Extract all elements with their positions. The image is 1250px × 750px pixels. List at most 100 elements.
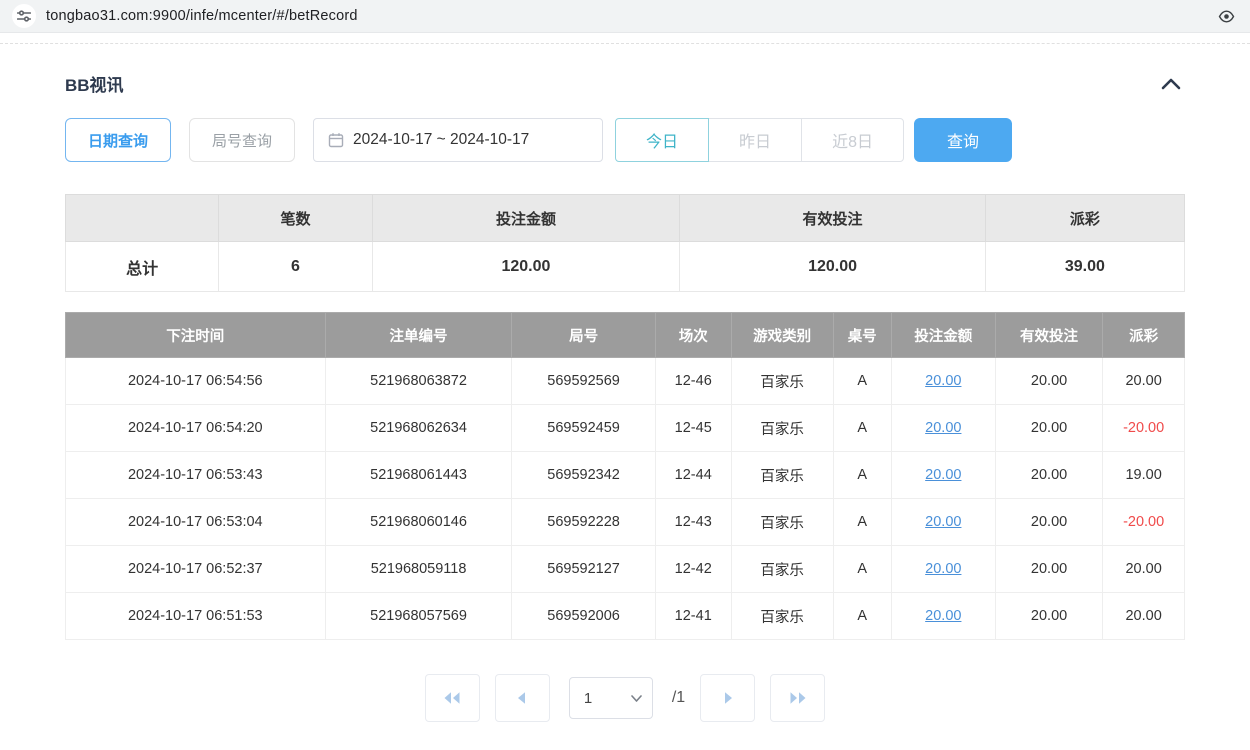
bet-amount-cell: 20.00 [891,452,995,499]
valid-bet-cell: 20.00 [995,452,1102,499]
round-id-cell: 569592006 [512,593,655,640]
payout-cell: -20.00 [1103,405,1185,452]
order-id-cell: 521968063872 [325,358,512,405]
page-select[interactable]: 1 [569,677,653,719]
dashed-separator [0,43,1250,44]
order-id-cell: 521968057569 [325,593,512,640]
session-cell: 12-45 [655,405,731,452]
summary-header-payout: 派彩 [985,195,1184,242]
table-row: 2024-10-17 06:53:43 521968061443 5695923… [66,452,1185,499]
bet-amount-link[interactable]: 20.00 [925,608,961,624]
first-page-button[interactable] [425,674,480,722]
bet-amount-cell: 20.00 [891,405,995,452]
summary-valid-bet-value: 120.00 [680,242,985,292]
table-row: 2024-10-17 06:54:56 521968063872 5695925… [66,358,1185,405]
bet-time-cell: 2024-10-17 06:53:43 [66,452,326,499]
session-cell: 12-41 [655,593,731,640]
game-type-cell: 百家乐 [731,452,833,499]
table-row: 2024-10-17 06:54:20 521968062634 5695924… [66,405,1185,452]
bet-amount-link[interactable]: 20.00 [925,514,961,530]
pagination: 1 /1 [65,674,1185,722]
game-type-cell: 百家乐 [731,405,833,452]
order-id-cell: 521968061443 [325,452,512,499]
valid-bet-cell: 20.00 [995,546,1102,593]
bet-amount-link[interactable]: 20.00 [925,467,961,483]
bet-record-panel: BB视讯 日期查询 局号查询 2024-10-17 ~ 2024-10-17 今… [0,71,1250,722]
summary-header-bet-amount: 投注金额 [372,195,680,242]
header-bet-amount: 投注金额 [891,313,995,358]
header-payout: 派彩 [1103,313,1185,358]
site-settings-icon[interactable] [12,4,36,28]
summary-payout-value: 39.00 [985,242,1184,292]
round-id-cell: 569592228 [512,499,655,546]
date-range-picker[interactable]: 2024-10-17 ~ 2024-10-17 [313,118,603,162]
header-game-type: 游戏类别 [731,313,833,358]
bet-amount-cell: 20.00 [891,546,995,593]
round-query-button[interactable]: 局号查询 [189,118,295,162]
search-button[interactable]: 查询 [914,118,1012,162]
bet-time-cell: 2024-10-17 06:53:04 [66,499,326,546]
session-cell: 12-42 [655,546,731,593]
browser-address-bar: tongbao31.com:9900/infe/mcenter/#/betRec… [0,0,1250,33]
filter-bar: 日期查询 局号查询 2024-10-17 ~ 2024-10-17 今日 昨日 … [65,118,1185,162]
summary-header-row: 笔数 投注金额 有效投注 派彩 [66,195,1185,242]
game-type-cell: 百家乐 [731,546,833,593]
round-id-cell: 569592459 [512,405,655,452]
header-bet-time: 下注时间 [66,313,326,358]
header-valid-bet: 有效投注 [995,313,1102,358]
yesterday-button[interactable]: 昨日 [708,118,802,162]
table-row: 2024-10-17 06:53:04 521968060146 5695922… [66,499,1185,546]
payout-cell: 20.00 [1103,546,1185,593]
table-no-cell: A [833,405,891,452]
chevron-up-icon[interactable] [1157,74,1185,94]
payout-cell: 20.00 [1103,358,1185,405]
table-row: 2024-10-17 06:51:53 521968057569 5695920… [66,593,1185,640]
prev-page-button[interactable] [495,674,550,722]
url-text[interactable]: tongbao31.com:9900/infe/mcenter/#/betRec… [46,8,1204,24]
last-8-days-button[interactable]: 近8日 [801,118,904,162]
summary-total-row: 总计 6 120.00 120.00 39.00 [66,242,1185,292]
round-id-cell: 569592342 [512,452,655,499]
valid-bet-cell: 20.00 [995,593,1102,640]
table-no-cell: A [833,593,891,640]
today-button[interactable]: 今日 [615,118,709,162]
chevron-down-icon [631,695,642,702]
game-type-cell: 百家乐 [731,593,833,640]
bet-time-cell: 2024-10-17 06:51:53 [66,593,326,640]
date-query-button[interactable]: 日期查询 [65,118,171,162]
eye-icon[interactable] [1214,4,1238,28]
table-row: 2024-10-17 06:52:37 521968059118 5695921… [66,546,1185,593]
order-id-cell: 521968060146 [325,499,512,546]
table-no-cell: A [833,452,891,499]
valid-bet-cell: 20.00 [995,405,1102,452]
page-total-label: /1 [672,689,685,707]
table-no-cell: A [833,499,891,546]
session-cell: 12-46 [655,358,731,405]
summary-bet-amount-value: 120.00 [372,242,680,292]
order-id-cell: 521968059118 [325,546,512,593]
summary-header-valid-bet: 有效投注 [680,195,985,242]
bet-time-cell: 2024-10-17 06:52:37 [66,546,326,593]
payout-cell: -20.00 [1103,499,1185,546]
header-round-id: 局号 [512,313,655,358]
bet-amount-link[interactable]: 20.00 [925,420,961,436]
bet-amount-cell: 20.00 [891,499,995,546]
bet-amount-link[interactable]: 20.00 [925,561,961,577]
calendar-icon [328,132,344,148]
payout-cell: 19.00 [1103,452,1185,499]
payout-cell: 20.00 [1103,593,1185,640]
bet-amount-link[interactable]: 20.00 [925,373,961,389]
summary-table: 笔数 投注金额 有效投注 派彩 总计 6 120.00 120.00 39.00 [65,194,1185,292]
session-cell: 12-44 [655,452,731,499]
round-id-cell: 569592569 [512,358,655,405]
table-no-cell: A [833,546,891,593]
summary-count-value: 6 [219,242,372,292]
order-id-cell: 521968062634 [325,405,512,452]
next-page-button[interactable] [700,674,755,722]
page-title: BB视讯 [65,71,124,96]
round-id-cell: 569592127 [512,546,655,593]
date-range-value: 2024-10-17 ~ 2024-10-17 [353,131,529,149]
bet-amount-cell: 20.00 [891,593,995,640]
quick-range-group: 今日 昨日 近8日 [615,118,904,162]
last-page-button[interactable] [770,674,825,722]
